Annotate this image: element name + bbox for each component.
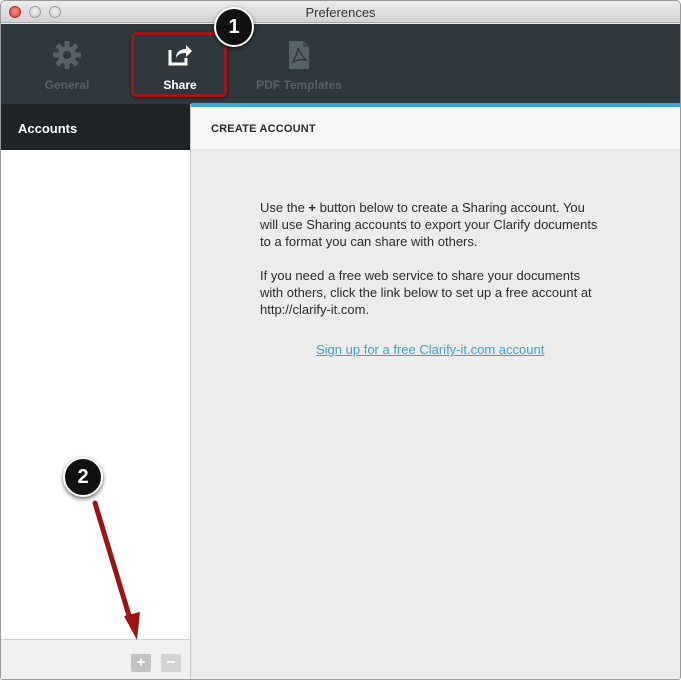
accounts-header: Accounts: [1, 104, 190, 150]
tab-general[interactable]: General: [31, 24, 103, 104]
title-bar: Preferences: [1, 1, 680, 23]
pdf-icon: [289, 41, 309, 69]
callout-1: 1: [214, 7, 254, 47]
tab-pdf-templates[interactable]: PDF Templates: [249, 24, 349, 104]
tab-general-label: General: [44, 78, 90, 92]
share-highlight-box: [131, 32, 227, 97]
accounts-list[interactable]: [1, 150, 190, 638]
preferences-toolbar: General Share PDF Templates: [1, 24, 680, 104]
accounts-sidebar: Accounts + −: [1, 104, 191, 679]
instructions-text-start: Use the: [260, 200, 309, 215]
tab-pdf-templates-label: PDF Templates: [256, 78, 342, 92]
add-account-button[interactable]: +: [131, 654, 151, 672]
create-account-pane: CREATE ACCOUNT Use the + button below to…: [191, 107, 680, 679]
preferences-window: Preferences General Share PDF Templates …: [0, 0, 681, 680]
plus-symbol: +: [308, 200, 317, 215]
gear-icon: [53, 41, 81, 69]
remove-account-button[interactable]: −: [161, 654, 181, 672]
free-service-text: If you need a free web service to share …: [260, 268, 592, 317]
callout-2: 2: [63, 457, 103, 497]
pane-header: CREATE ACCOUNT: [191, 107, 680, 150]
window-title: Preferences: [305, 5, 376, 20]
instructions-text: Use the + button below to create a Shari…: [260, 199, 600, 250]
signup-link[interactable]: Sign up for a free Clarify-it.com accoun…: [316, 342, 544, 357]
sidebar-footer: + −: [1, 639, 190, 679]
